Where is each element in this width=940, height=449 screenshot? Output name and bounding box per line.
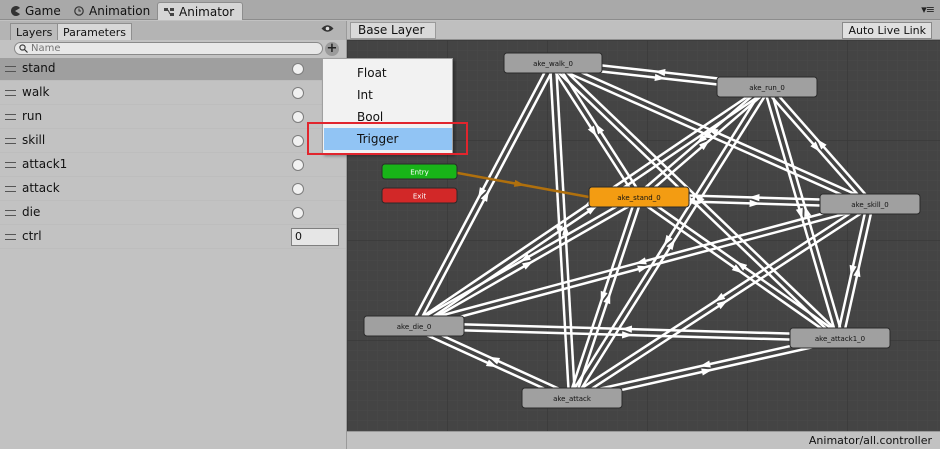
parameter-toggle[interactable] (292, 207, 304, 219)
tab-animation-label: Animation (89, 4, 151, 18)
animator-icon (164, 7, 174, 16)
parameter-name[interactable]: stand (22, 61, 56, 75)
parameter-name[interactable]: die (22, 205, 40, 219)
drag-handle-icon[interactable] (5, 162, 16, 168)
parameter-name[interactable]: run (22, 109, 42, 123)
parameter-toggle[interactable] (292, 135, 304, 147)
panel-tabs: Layers Parameters (0, 21, 346, 40)
state-stand[interactable]: ake_stand_0 (588, 186, 690, 208)
tab-animation[interactable]: Animation (68, 2, 158, 20)
search-row: + (0, 40, 346, 58)
menu-item-float[interactable]: Float (324, 62, 452, 84)
parameter-name[interactable]: skill (22, 133, 45, 147)
breadcrumb[interactable]: Base Layer (350, 22, 436, 39)
drag-handle-icon[interactable] (5, 114, 16, 120)
drag-handle-icon[interactable] (5, 138, 16, 144)
state-die-label: ake_die_0 (397, 323, 432, 331)
state-skill[interactable]: ake_skill_0 (819, 193, 921, 215)
parameter-row-ctrl[interactable]: ctrl 0 (0, 226, 346, 249)
state-die[interactable]: ake_die_0 (363, 315, 465, 337)
annotation-highlight-box (307, 122, 468, 155)
state-exit-label: Exit (413, 193, 427, 201)
state-attack-label: ake_attack (553, 395, 592, 403)
window-menu-icon[interactable]: ▾≡ (921, 3, 935, 16)
parameter-toggle[interactable] (292, 183, 304, 195)
tab-parameters[interactable]: Parameters (57, 23, 132, 40)
drag-handle-icon[interactable] (5, 66, 16, 72)
search-icon (19, 44, 28, 53)
state-attack1[interactable]: ake_attack1_0 (789, 327, 891, 349)
parameter-toggle[interactable] (292, 159, 304, 171)
parameter-name[interactable]: attack (22, 181, 60, 195)
drag-handle-icon[interactable] (5, 234, 16, 240)
state-attack1-label: ake_attack1_0 (815, 335, 865, 343)
parameter-row-stand[interactable]: stand (0, 58, 346, 81)
state-walk-label: ake_walk_0 (533, 60, 573, 68)
tab-game-label: Game (25, 4, 61, 18)
parameter-toggle[interactable] (292, 63, 304, 75)
parameter-name[interactable]: ctrl (22, 229, 42, 243)
parameter-name[interactable]: attack1 (22, 157, 67, 171)
tab-layers[interactable]: Layers (10, 23, 59, 40)
parameter-row-die[interactable]: die (0, 202, 346, 225)
tab-animator[interactable]: Animator (157, 2, 244, 20)
parameter-row-walk[interactable]: walk (0, 82, 346, 105)
search-input[interactable] (14, 42, 323, 55)
state-run[interactable]: ake_run_0 (716, 76, 818, 98)
tab-animator-label: Animator (179, 4, 235, 19)
tab-game[interactable]: Game (4, 2, 69, 20)
parameter-name[interactable]: walk (22, 85, 49, 99)
drag-handle-icon[interactable] (5, 210, 16, 216)
parameter-value-field[interactable]: 0 (291, 228, 339, 246)
clock-icon (74, 6, 84, 16)
parameter-row-attack[interactable]: attack (0, 178, 346, 201)
parameter-toggle[interactable] (292, 111, 304, 123)
drag-handle-icon[interactable] (5, 90, 16, 96)
graph-header: Base Layer Auto Live Link (347, 21, 940, 40)
eye-icon[interactable] (321, 24, 334, 33)
parameter-row-skill[interactable]: skill (0, 130, 346, 153)
auto-live-link-button[interactable]: Auto Live Link (842, 22, 932, 39)
window-tab-bar: Game Animation Animator ▾≡ (0, 0, 940, 20)
pacman-icon (11, 6, 20, 16)
controller-path: Animator/all.controller (808, 434, 932, 447)
state-skill-label: ake_skill_0 (851, 201, 888, 209)
state-walk[interactable]: ake_walk_0 (503, 52, 603, 74)
add-parameter-button[interactable]: + (325, 42, 339, 56)
parameter-toggle[interactable] (292, 87, 304, 99)
parameter-row-run[interactable]: run (0, 106, 346, 129)
state-exit[interactable]: Exit (381, 187, 458, 204)
drag-handle-icon[interactable] (5, 186, 16, 192)
parameters-panel: Layers Parameters + stand walk run skill att… (0, 21, 347, 449)
state-stand-label: ake_stand_0 (617, 194, 660, 202)
menu-item-int[interactable]: Int (324, 84, 452, 106)
state-entry[interactable]: Entry (381, 163, 458, 180)
status-bar: Animator/all.controller (347, 431, 940, 449)
state-attack[interactable]: ake_attack (521, 387, 623, 409)
state-entry-label: Entry (410, 169, 429, 177)
parameter-row-attack1[interactable]: attack1 (0, 154, 346, 177)
state-run-label: ake_run_0 (749, 84, 785, 92)
